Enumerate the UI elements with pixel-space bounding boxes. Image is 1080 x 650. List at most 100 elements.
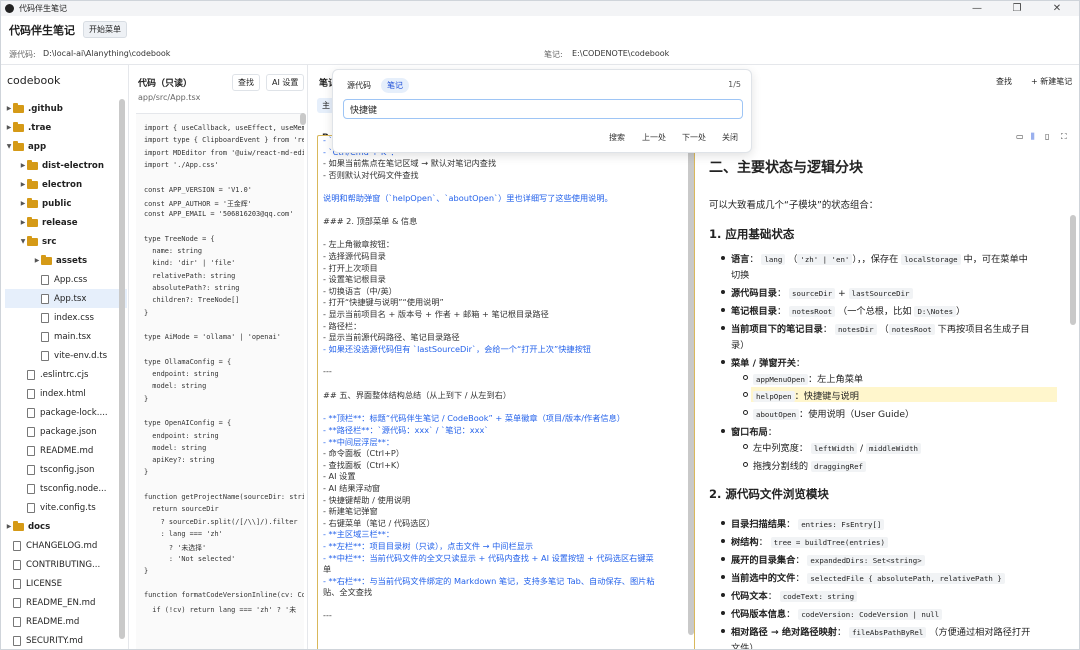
tree-file[interactable]: main.tsx <box>5 327 127 346</box>
editor-line: - 快捷键帮助 / 使用说明 <box>323 494 411 505</box>
tree-folder[interactable]: ▶ dist-electron <box>5 156 127 175</box>
code-pane: 代码（只读） 查找 AI 设置 app/src/App.tsx import {… <box>130 65 308 649</box>
tree-file[interactable]: tsconfig.node... <box>5 479 127 498</box>
chevron-right-icon[interactable]: ▶ <box>33 257 41 264</box>
tree-folder[interactable]: ▶ public <box>5 194 127 213</box>
chevron-down-icon[interactable]: ▼ <box>19 238 27 245</box>
tree-item-label: .github <box>28 103 63 114</box>
tree-file[interactable]: SECURITY.md <box>5 631 127 649</box>
tree-item-label: dist-electron <box>42 160 104 171</box>
bullet-window: 窗口布局： <box>731 427 777 438</box>
tree-folder[interactable]: ▶ assets <box>5 251 127 270</box>
tree-file[interactable]: App.tsx <box>5 289 127 308</box>
restore-button[interactable]: ❐ <box>1001 1 1033 16</box>
bullet-codetext: 代码文本： codeText: string <box>731 588 858 602</box>
tree-file[interactable]: README.md <box>5 441 127 460</box>
tree-file[interactable]: index.html <box>5 384 127 403</box>
chevron-right-icon[interactable]: ▶ <box>5 105 13 112</box>
bullet-notes-dir: 当前项目下的笔记目录： notesDir （notesRoot 下再按项目名生成… <box>731 324 1030 335</box>
chevron-right-icon[interactable]: ▶ <box>19 200 27 207</box>
sub-widths: 左中列宽度： leftWidth / middleWidth <box>753 440 921 454</box>
code-line: function formatCodeVersionInline(cv: Co <box>144 591 304 600</box>
preview-scrollbar[interactable] <box>1070 215 1076 325</box>
find-next-button[interactable]: 下一处 <box>682 132 706 143</box>
tree-file[interactable]: tsconfig.json <box>5 460 127 479</box>
tree-file[interactable]: vite.config.ts <box>5 498 127 517</box>
ai-settings-button[interactable]: AI 设置 <box>266 74 305 91</box>
preview-h3-src: 2. 源代码文件浏览模块 <box>709 487 829 501</box>
code-line: const APP_EMAIL = '506816203@qq.com' <box>144 210 294 219</box>
chevron-right-icon[interactable]: ▶ <box>19 162 27 169</box>
find-search-button[interactable]: 搜索 <box>609 132 625 143</box>
window-title: 代码伴生笔记 <box>19 4 67 13</box>
tree-folder[interactable]: ▼ app <box>5 137 127 156</box>
bullet-relpath: 相对路径 → 绝对路径映射： fileAbsPathByRel （方便通过相对路… <box>731 627 1031 638</box>
file-icon <box>13 597 21 608</box>
chevron-right-icon[interactable]: ▶ <box>19 181 27 188</box>
bullet-dot <box>721 611 725 615</box>
find-tab-notes[interactable]: 笔记 <box>381 78 409 93</box>
tree-file[interactable]: CONTRIBUTING... <box>5 555 127 574</box>
editor-line: --- <box>323 609 332 620</box>
folder-icon <box>41 254 52 265</box>
editor-line: --- <box>323 366 332 376</box>
tree-folder[interactable]: ▶ .trae <box>5 118 127 137</box>
tree-item-label: app <box>28 141 47 152</box>
tree-file[interactable]: LICENSE <box>5 574 127 593</box>
code-find-button[interactable]: 查找 <box>232 74 260 91</box>
tree-file[interactable]: README_EN.md <box>5 593 127 612</box>
editor-line: - 右键菜单（笔记 / 代码选区） <box>323 517 435 528</box>
chevron-right-icon[interactable]: ▶ <box>5 124 13 131</box>
source-path-value[interactable]: D:\local-ai\Alanything\codebook <box>43 49 170 58</box>
notes-path-label: 笔记: <box>544 50 563 59</box>
tree-file[interactable]: .eslintrc.cjs <box>5 365 127 384</box>
minimize-button[interactable]: — <box>961 1 993 16</box>
chevron-down-icon[interactable]: ▼ <box>5 143 13 150</box>
tree-item-label: CONTRIBUTING... <box>26 559 101 570</box>
tree-file[interactable]: package.json <box>5 422 127 441</box>
tree-folder[interactable]: ▶ .github <box>5 99 127 118</box>
sidebar-scrollbar[interactable] <box>119 99 125 639</box>
tree-file[interactable]: App.css <box>5 270 127 289</box>
tree-item-label: index.html <box>40 388 86 399</box>
find-input[interactable]: 快捷键 <box>343 99 743 119</box>
close-window-button[interactable]: ✕ <box>1041 1 1073 16</box>
code-pane-title: 代码（只读） <box>138 79 193 89</box>
tree-file[interactable]: index.css <box>5 308 127 327</box>
tree-folder[interactable]: ▶ docs <box>5 517 127 536</box>
code-line: children?: TreeNode[] <box>144 296 240 305</box>
tree-file[interactable]: vite-env.d.ts <box>5 346 127 365</box>
find-prev-button[interactable]: 上一处 <box>642 132 666 143</box>
tree-file[interactable]: README.md <box>5 612 127 631</box>
chevron-right-icon[interactable]: ▶ <box>19 219 27 226</box>
editor-line: - 显示当前项目名 + 版本号 + 作者 + 邮箱 + 笔记根目录路径 <box>323 309 549 319</box>
tree-folder[interactable]: ▶ release <box>5 213 127 232</box>
file-tree: ▶ .github ▶ .trae ▼ app ▶ dist-electron ▶ electro… <box>5 99 127 649</box>
tree-folder[interactable]: ▼ src <box>5 232 127 251</box>
file-icon <box>27 445 35 456</box>
find-tab-source[interactable]: 源代码 <box>341 78 377 93</box>
code-scrollbar[interactable] <box>300 113 306 125</box>
tree-file[interactable]: CHANGELOG.md <box>5 536 127 555</box>
find-panel: 源代码 笔记 1/5 快捷键 搜索 上一处 下一处 关闭 <box>332 69 752 153</box>
chevron-right-icon[interactable]: ▶ <box>5 523 13 530</box>
start-menu-button[interactable]: 开始菜单 <box>83 21 127 38</box>
notes-path-value[interactable]: E:\CODENOTE\codebook <box>572 49 669 58</box>
bullet-lang: 语言： lang （'zh' | 'en' ），，保存在 localStorage… <box>731 254 1028 265</box>
folder-icon <box>27 197 38 208</box>
tree-item-label: main.tsx <box>54 331 92 342</box>
sub-bullet <box>743 375 748 380</box>
notes-find-button[interactable]: 查找 <box>991 74 1017 89</box>
markdown-editor[interactable]: - `Ctrl/Cmd + P`：打开命令面板（关键词检索）- `Ctrl/Cm… <box>317 135 695 649</box>
new-note-button[interactable]: + 新建笔记 <box>1026 74 1078 89</box>
tree-item-label: tsconfig.node... <box>40 483 107 494</box>
tree-file[interactable]: package-lock.... <box>5 403 127 422</box>
preview-h3-app: 1. 应用基础状态 <box>709 227 795 241</box>
code-viewer[interactable]: import { useCallback, useEffect, useMemo… <box>136 113 304 649</box>
editor-scrollbar[interactable] <box>688 135 694 635</box>
sub-dragging: 拖拽分割线的 draggingRef <box>753 458 866 472</box>
code-line: } <box>144 394 149 403</box>
tree-folder[interactable]: ▶ electron <box>5 175 127 194</box>
code-line: kind: 'dir' | 'file' <box>144 259 236 268</box>
find-close-button[interactable]: 关闭 <box>722 132 738 143</box>
